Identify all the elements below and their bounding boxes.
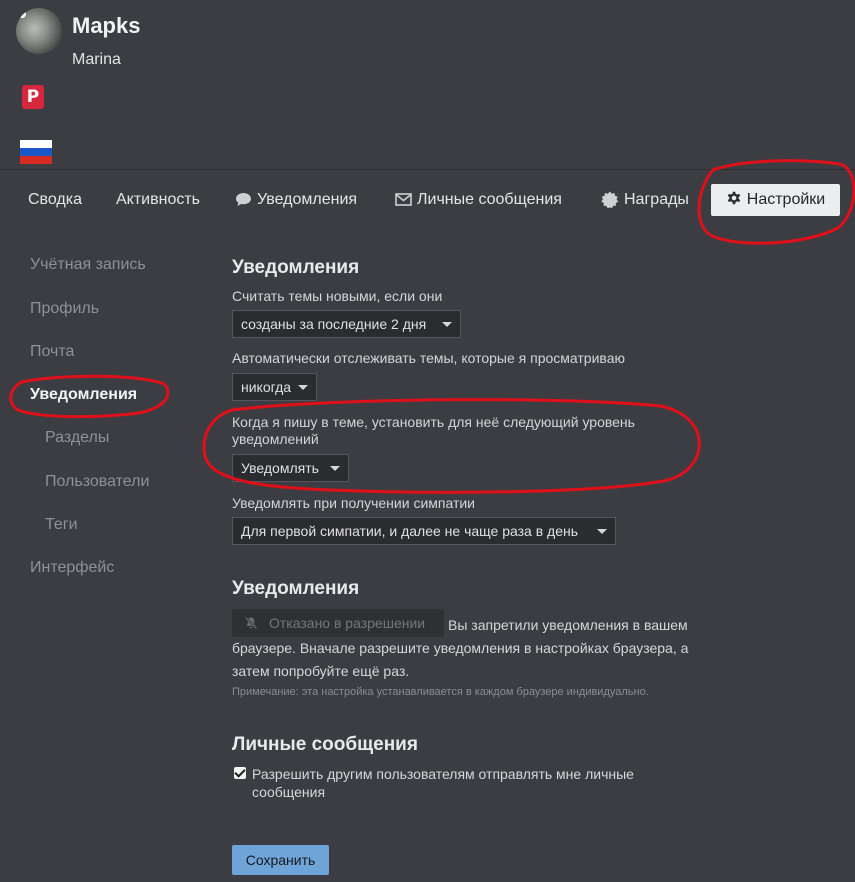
desktop-notifications-heading: Уведомления: [232, 578, 360, 599]
sidebar-item-categories[interactable]: Разделы: [45, 429, 109, 447]
caret-down-icon: [597, 529, 607, 534]
tab-settings-label: Настройки: [746, 191, 826, 208]
new-topics-label: Считать темы новыми, если они: [232, 288, 443, 304]
badge-icon[interactable]: P: [22, 85, 44, 109]
tab-notifications-label: Уведомления: [257, 191, 358, 208]
russia-flag-icon: [20, 140, 52, 164]
browser-note: Примечание: эта настройка устанавливаетс…: [232, 686, 649, 698]
sidebar-item-interface[interactable]: Интерфейс: [30, 559, 114, 577]
tab-notifications[interactable]: Уведомления: [235, 188, 357, 212]
tab-messages[interactable]: Личные сообщения: [395, 188, 562, 212]
auto-track-value: никогда: [241, 379, 292, 395]
sidebar-item-tags[interactable]: Теги: [45, 516, 78, 534]
sidebar-item-account[interactable]: Учётная запись: [30, 256, 146, 274]
save-button[interactable]: Сохранить: [232, 845, 329, 875]
new-topics-value: созданы за последние 2 дня: [241, 316, 427, 332]
tab-messages-label: Личные сообщения: [417, 191, 562, 208]
caret-down-icon: [298, 385, 308, 390]
new-topics-select[interactable]: созданы за последние 2 дня: [232, 310, 461, 338]
username: Mapks: [72, 13, 141, 38]
permission-denied-button: Отказано в разрешении: [232, 609, 444, 637]
bell-slash-icon: [244, 616, 258, 630]
permission-denied-label: Отказано в разрешении: [269, 615, 426, 631]
sidebar-item-users[interactable]: Пользователи: [45, 473, 149, 491]
sidebar-item-notifications[interactable]: Уведомления: [30, 386, 137, 404]
auto-track-select[interactable]: никогда: [232, 373, 317, 401]
user-title: Marina: [72, 51, 121, 68]
on-like-label: Уведомлять при получении симпатии: [232, 495, 475, 511]
status-dot: [18, 10, 26, 18]
tab-badges[interactable]: Награды: [601, 188, 689, 212]
speech-bubble-icon: [236, 193, 251, 207]
on-post-value: Уведомлять: [241, 460, 319, 476]
tab-activity[interactable]: Активность: [116, 188, 200, 212]
on-like-value: Для первой симпатии, и далее не чаще раз…: [241, 523, 579, 539]
allow-pm-label[interactable]: Разрешить другим пользователям отправлят…: [252, 765, 692, 801]
on-like-select[interactable]: Для первой симпатии, и далее не чаще раз…: [232, 517, 616, 545]
caret-down-icon: [442, 322, 452, 327]
tab-summary[interactable]: Сводка: [28, 188, 82, 212]
notifications-heading: Уведомления: [232, 257, 360, 278]
certificate-icon: [601, 191, 619, 209]
tab-settings[interactable]: Настройки: [711, 184, 840, 216]
tab-badges-label: Награды: [624, 191, 689, 208]
sidebar-item-profile[interactable]: Профиль: [30, 300, 99, 318]
caret-down-icon: [330, 466, 340, 471]
on-post-label: Когда я пишу в теме, установить для неё …: [232, 414, 635, 447]
sidebar-item-email[interactable]: Почта: [30, 343, 74, 361]
auto-track-label: Автоматически отслеживать темы, которые …: [232, 350, 625, 366]
envelope-icon: [395, 193, 412, 207]
header-divider: [0, 169, 855, 170]
on-post-select[interactable]: Уведомлять: [232, 454, 349, 482]
pm-heading: Личные сообщения: [232, 734, 418, 755]
allow-pm-checkbox[interactable]: [234, 767, 246, 779]
avatar[interactable]: [16, 8, 62, 54]
gear-icon: [727, 191, 740, 205]
